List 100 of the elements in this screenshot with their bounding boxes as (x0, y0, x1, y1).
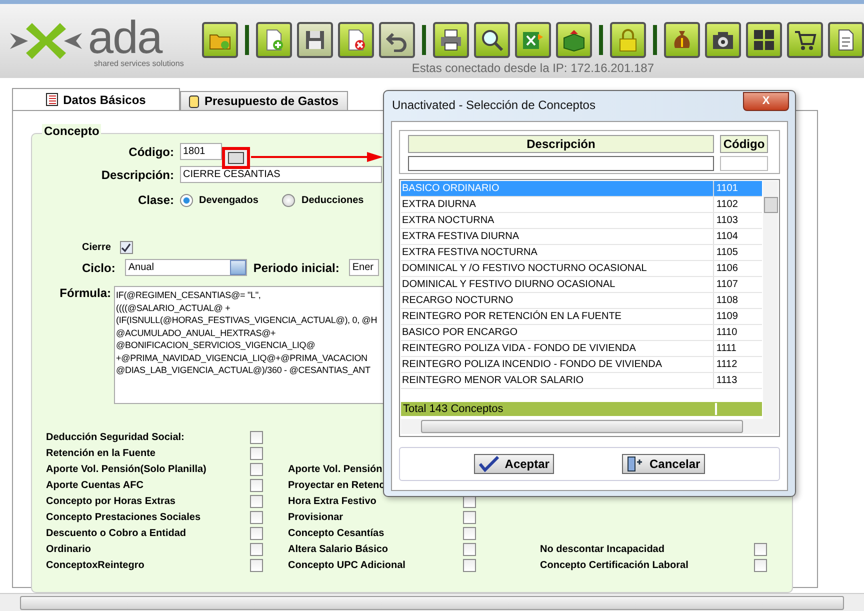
checkbox-label: Cierre (82, 242, 111, 253)
code-cell-text: 1107 (715, 279, 739, 290)
box-button[interactable] (556, 22, 592, 58)
code-cell-text: 1104 (715, 231, 739, 242)
description-field[interactable]: CIERRE CESANTIAS (180, 166, 382, 183)
checkbox-label: Aporte Vol. Pensión(Solo Planilla) (46, 464, 206, 474)
print-button[interactable] (433, 22, 469, 58)
checkbox[interactable] (463, 526, 476, 540)
document-button[interactable] (828, 22, 864, 58)
export-button[interactable] (515, 22, 551, 58)
list-row[interactable]: DOMINICAL Y FESTIVO DIURNO OCASIONAL 1107 (401, 277, 762, 293)
checkbox-label: Concepto Prestaciones Sociales (46, 512, 201, 522)
checkbox-label: Concepto Certificación Laboral (540, 560, 688, 570)
horizontal-scrollbar[interactable] (401, 419, 778, 434)
checkbox-label: Altera Salario Básico (288, 544, 388, 554)
description-cell: EXTRA FESTIVA DIURNA (401, 229, 714, 244)
checkbox[interactable] (250, 542, 263, 556)
column-header[interactable]: Código (720, 135, 768, 153)
vertical-scrollbar[interactable] (763, 181, 778, 419)
radio-button[interactable] (180, 194, 193, 206)
checkbox[interactable] (250, 526, 263, 540)
field-label: Periodo inicial: (253, 260, 340, 274)
list-row[interactable]: EXTRA FESTIVA DIURNA 1104 (401, 229, 762, 245)
list-row[interactable]: REINTEGRO POLIZA INCENDIO - FONDO DE VIVIENDA 1112 (401, 357, 762, 373)
list-row[interactable]: REINTEGRO POR RETENCIÓN EN LA FUENTE 1109 (401, 309, 762, 325)
checkbox[interactable] (754, 558, 767, 572)
checkbox[interactable] (120, 241, 133, 254)
list-row[interactable]: REINTEGRO MENOR VALOR SALARIO 1113 (401, 373, 762, 389)
checkbox[interactable] (250, 430, 263, 444)
list-row[interactable]: DOMINICAL Y /O FESTIVO NOCTURNO OCASIONAL 1106 (401, 261, 762, 277)
checkbox-label: Retención en la Fuente (46, 448, 156, 458)
connection-info: Estas conectado desde la IP: 172.16.201.187 (412, 61, 654, 75)
money-button[interactable] (664, 22, 700, 58)
checkbox[interactable] (250, 478, 263, 492)
search-icon (480, 28, 504, 52)
checkbox-label: Ordinario (46, 544, 92, 554)
description-cell: BASICO ORDINARIO (401, 181, 714, 196)
list-row[interactable]: EXTRA DIURNA 1102 (401, 197, 762, 213)
list-row[interactable]: EXTRA NOCTURNA 1103 (401, 213, 762, 229)
description-cell: BASICO POR ENCARGO (401, 325, 714, 340)
checkbox[interactable] (250, 558, 263, 572)
checkbox-label: No descontar Incapacidad (540, 544, 664, 554)
checkbox[interactable] (463, 558, 476, 572)
lock-button[interactable] (610, 22, 646, 58)
checkbox[interactable] (463, 510, 476, 524)
delete-button[interactable] (338, 22, 374, 58)
list-row[interactable]: RECARGO NOCTURNO 1108 (401, 293, 762, 309)
code-field[interactable]: 1801 (180, 143, 222, 160)
checkbox[interactable] (754, 542, 767, 556)
tab[interactable]: Datos Básicos (12, 88, 180, 110)
accept-button[interactable]: Aceptar (474, 454, 554, 474)
radio-label: Devengados (199, 194, 258, 206)
checkbox[interactable] (250, 494, 263, 508)
cancel-button[interactable]: Cancelar (622, 454, 706, 474)
description-filter-field[interactable] (408, 156, 714, 171)
camera-button[interactable] (705, 22, 741, 58)
checkbox-label: Aporte Vol. Pensión (288, 464, 382, 474)
open-button[interactable] (202, 22, 238, 58)
search-button[interactable] (474, 22, 510, 58)
period-dropdown[interactable]: Ener (349, 259, 380, 276)
description-cell: REINTEGRO POLIZA INCENDIO - FONDO DE VIVIENDA (401, 357, 714, 372)
new-button[interactable] (256, 22, 292, 58)
horizontal-scrollbar[interactable] (0, 593, 864, 611)
group-title: Concepto (42, 124, 102, 138)
save-icon (303, 28, 327, 52)
lookup-button[interactable] (222, 147, 250, 169)
description-cell: EXTRA DIURNA (401, 197, 714, 212)
cycle-dropdown[interactable]: Anual (125, 259, 248, 276)
description-cell: EXTRA FESTIVA NOCTURNA (401, 245, 714, 260)
list-row[interactable]: REINTEGRO POLIZA VIDA - FONDO DE VIVIENDA 1111 (401, 341, 762, 357)
checkbox[interactable] (250, 510, 263, 524)
tab[interactable]: Presupuesto de Gastos (180, 91, 348, 110)
code-cell-text: 1113 (715, 375, 738, 386)
dialog-title: Unactivated - Selección de Conceptos (392, 98, 596, 112)
radio-label: Deducciones (301, 194, 364, 206)
checkbox[interactable] (250, 462, 263, 476)
checkmark-icon (478, 456, 499, 472)
code-filter-field[interactable] (720, 156, 768, 171)
grid-icon (752, 28, 776, 52)
grid-button[interactable] (746, 22, 782, 58)
code-cell-text: 1108 (715, 295, 739, 306)
list-icon (46, 93, 58, 106)
cart-icon (793, 28, 817, 52)
list-row[interactable]: BASICO POR ENCARGO 1110 (401, 325, 762, 341)
checkbox-label: ConceptoxReintegro (46, 560, 144, 570)
column-header[interactable]: Descripción (408, 135, 714, 153)
checkbox[interactable] (463, 542, 476, 556)
description-cell: DOMINICAL Y FESTIVO DIURNO OCASIONAL (401, 277, 714, 292)
field-label: Código: (128, 144, 174, 158)
cart-button[interactable] (787, 22, 823, 58)
code-cell-text: 1105 (715, 247, 739, 258)
description-cell: REINTEGRO POR RETENCIÓN EN LA FUENTE (401, 309, 714, 324)
formula-field[interactable]: IF(@REGIMEN_CESANTIAS@= "L", ((((@SALARIO_ACTUAL@ + (IF(ISNULL(@HORAS_FESTIVAS_VIGENCIA_ACTUAL@), 0, @H @ACUMULADO_ANUAL_HEXTRAS@+ @BONIFICACION_SERVICIOS_VIGENCIA_LIQ@ +@PRIMA_NAVIDAD_VIGENCIA_LIQ@+@PRIMA_VACACION @DIAS_LAB_VIGENCIA_ACTUAL@)/360 - @CESANTIAS_ANT (114, 286, 386, 404)
list-row[interactable]: EXTRA FESTIVA NOCTURNA 1105 (401, 245, 762, 261)
code-cell-text: 1111 (715, 343, 738, 354)
code-cell-text: 1101 (715, 183, 739, 194)
checkbox[interactable] (250, 446, 263, 460)
radio-button[interactable] (282, 194, 296, 206)
total-text: Total 143 Conceptos (401, 403, 717, 415)
checkbox-label: Concepto por Horas Extras (46, 496, 176, 506)
